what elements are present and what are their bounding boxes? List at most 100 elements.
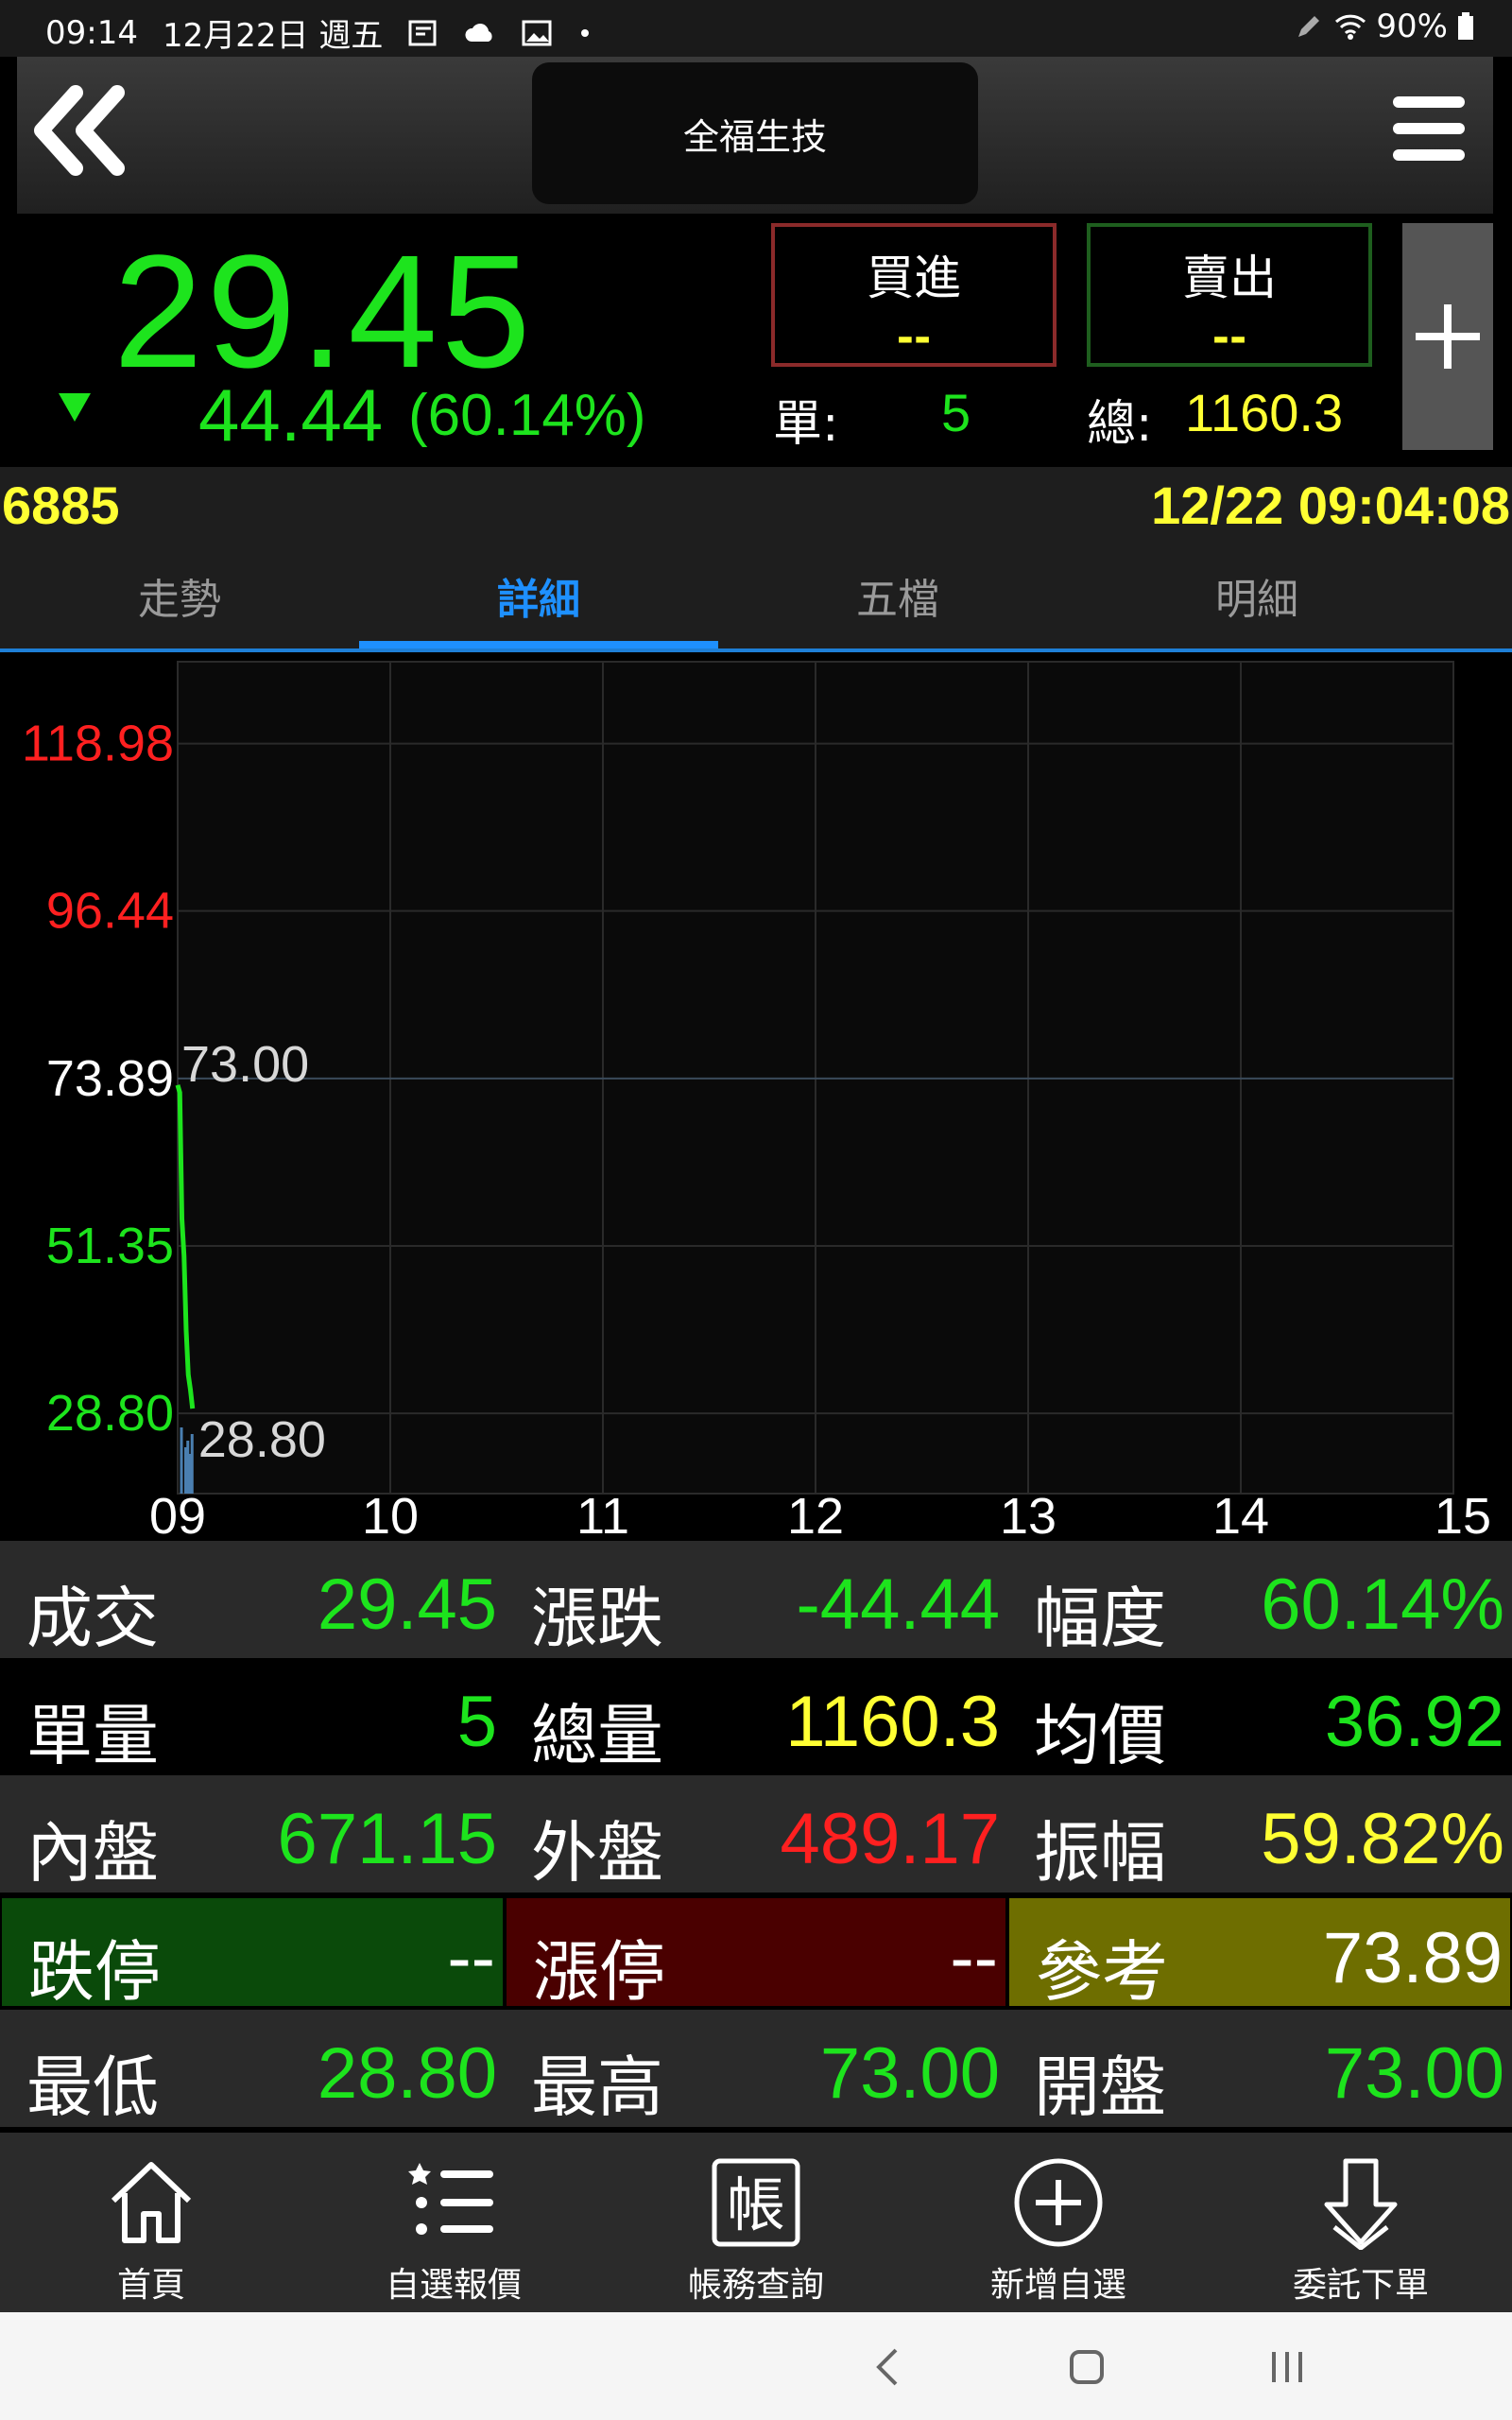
price-change: 44.44 (198, 373, 384, 457)
stock-name: 全福生技 (682, 115, 827, 158)
plus-icon[interactable] (1402, 223, 1493, 450)
single-volume-value: 5 (941, 383, 971, 442)
detail-label: 振幅 (1034, 1814, 1166, 1892)
buy-price: -- (896, 314, 932, 362)
detail-label: 成交 (26, 1580, 159, 1657)
nav-watchlist[interactable]: 自選報價 (302, 2133, 605, 2312)
chart-canvas: 118.98 96.44 73.89 51.35 28.80 09 10 11 12 13 14 15… (22, 661, 1491, 1541)
detail-value: 1160.3 (785, 1682, 1000, 1762)
nav-account[interactable]: 帳 帳務查詢 (605, 2133, 907, 2312)
detail-value: 73.00 (819, 2033, 1000, 2114)
order-icon (1324, 2158, 1398, 2250)
detail-cell: 單量 5 (0, 1662, 505, 1774)
detail-cell: 參考 73.89 (1007, 1896, 1512, 2011)
price-change-percent: (60.14%) (408, 383, 646, 448)
detail-cell: 漲跌 -44.44 (505, 1545, 1007, 1657)
detail-label: 最低 (26, 2048, 159, 2126)
detail-cell: 成交 29.45 (0, 1545, 505, 1657)
quote-summary: 29.45 44.44 (60.14%) 買進 -- 賣出 -- 單: 5 總:… (0, 214, 1512, 465)
app-header: 全福生技 (17, 57, 1493, 214)
detail-value: 28.80 (317, 2033, 497, 2114)
battery-percent: 90% (1376, 8, 1448, 45)
buy-button[interactable]: 買進 -- (771, 223, 1057, 367)
add-circle-icon (1014, 2158, 1103, 2247)
detail-label: 跌停 (28, 1933, 161, 2011)
x-tick-label: 10 (362, 1488, 419, 1541)
status-date: 12月22日 週五 (162, 17, 384, 55)
detail-value: 73.00 (1324, 2033, 1504, 2114)
sell-price: -- (1211, 314, 1247, 362)
detail-label: 漲跌 (531, 1580, 663, 1657)
detail-value: 36.92 (1324, 1682, 1504, 1762)
detail-row-range: 最低 28.80 最高 73.00 開盤 73.00 (0, 2010, 1512, 2127)
detail-value: 29.45 (317, 1564, 497, 1645)
intraday-chart[interactable]: 118.98 96.44 73.89 51.35 28.80 09 10 11 12 13 14 15… (0, 652, 1512, 1541)
status-time: 09:14 (45, 13, 138, 52)
single-volume-label: 單: (773, 396, 839, 453)
low-label: 28.80 (198, 1411, 326, 1468)
nav-order[interactable]: 委託下單 (1210, 2133, 1512, 2312)
detail-value: 59.82% (1261, 1799, 1504, 1879)
x-tick-label: 12 (787, 1488, 844, 1541)
battery-icon (1458, 12, 1473, 40)
nav-add-watchlist[interactable]: 新增自選 (907, 2133, 1210, 2312)
detail-label: 外盤 (531, 1814, 663, 1892)
tab-detail[interactable]: 詳細 (359, 543, 718, 648)
sell-label: 賣出 (1182, 251, 1277, 305)
detail-label: 單量 (26, 1697, 159, 1774)
account-glyph: 帳 (727, 2170, 785, 2239)
x-tick-label: 14 (1212, 1488, 1269, 1541)
detail-cell: 開盤 73.00 (1007, 2014, 1512, 2126)
status-bar: 09:14 12月22日 週五 90% (0, 0, 1512, 57)
detail-cell: 總量 1160.3 (505, 1662, 1007, 1774)
tab-trend[interactable]: 走勢 (0, 543, 359, 648)
y-tick-label: 28.80 (46, 1385, 174, 1442)
x-tick-label: 11 (576, 1488, 629, 1541)
detail-cell: 跌停 -- (0, 1896, 505, 2011)
high-label: 73.00 (181, 1036, 309, 1093)
gallery-icon (522, 20, 552, 45)
stock-info-bar: 6885 12/22 09:04:08 (0, 467, 1512, 543)
home-icon (111, 2162, 192, 2243)
detail-row-limits: 跌停 -- 漲停 -- 參考 73.89 (0, 1893, 1512, 2011)
back-chevron-icon[interactable] (869, 2346, 907, 2388)
detail-value: -- (950, 1918, 998, 1998)
buy-label: 買進 (867, 251, 961, 305)
total-volume-label: 總: (1087, 396, 1153, 453)
detail-row-volume: 單量 5 總量 1160.3 均價 36.92 (0, 1658, 1512, 1775)
bottom-navigation: 首頁 自選報價 帳 帳務查詢 新增自選 委託下單 (0, 2133, 1512, 2312)
detail-label: 內盤 (26, 1814, 159, 1892)
system-navigation-bar (0, 2312, 1512, 2420)
detail-value: -- (447, 1918, 495, 1998)
tab-bar: 走勢 詳細 五檔 明細 (0, 543, 1512, 652)
x-tick-label: 15 (1435, 1488, 1491, 1541)
down-triangle-icon (59, 393, 91, 422)
detail-cell: 最低 28.80 (0, 2014, 505, 2126)
stock-name-title[interactable]: 全福生技 (532, 62, 978, 204)
home-square-icon[interactable] (1068, 2346, 1106, 2388)
detail-label: 幅度 (1034, 1580, 1166, 1657)
recents-icon[interactable] (1266, 2346, 1308, 2388)
detail-row-trade: 成交 29.45 漲跌 -44.44 幅度 60.14% (0, 1541, 1512, 1658)
detail-label: 開盤 (1034, 2048, 1166, 2126)
hamburger-menu-icon[interactable] (1393, 96, 1465, 172)
detail-cell: 漲停 -- (505, 1896, 1007, 2011)
detail-label: 均價 (1034, 1697, 1166, 1774)
detail-label: 漲停 (533, 1933, 665, 2011)
pen-icon (1298, 16, 1320, 37)
total-volume-value: 1160.3 (1185, 383, 1344, 442)
x-tick-label: 13 (1000, 1488, 1057, 1541)
detail-cell: 內盤 671.15 (0, 1779, 505, 1892)
account-icon: 帳 (712, 2158, 800, 2247)
detail-cell: 均價 36.92 (1007, 1662, 1512, 1774)
back-double-chevron-icon[interactable] (30, 85, 134, 180)
y-tick-label: 118.98 (22, 716, 174, 772)
nav-home[interactable]: 首頁 (0, 2133, 302, 2312)
detail-value: 60.14% (1261, 1564, 1504, 1645)
x-tick-label: 09 (149, 1488, 206, 1541)
sell-button[interactable]: 賣出 -- (1087, 223, 1372, 367)
volume-bar (180, 1427, 183, 1494)
detail-label: 總量 (531, 1697, 663, 1774)
tab-five-levels[interactable]: 五檔 (718, 543, 1077, 648)
tab-ticks[interactable]: 明細 (1077, 543, 1436, 648)
